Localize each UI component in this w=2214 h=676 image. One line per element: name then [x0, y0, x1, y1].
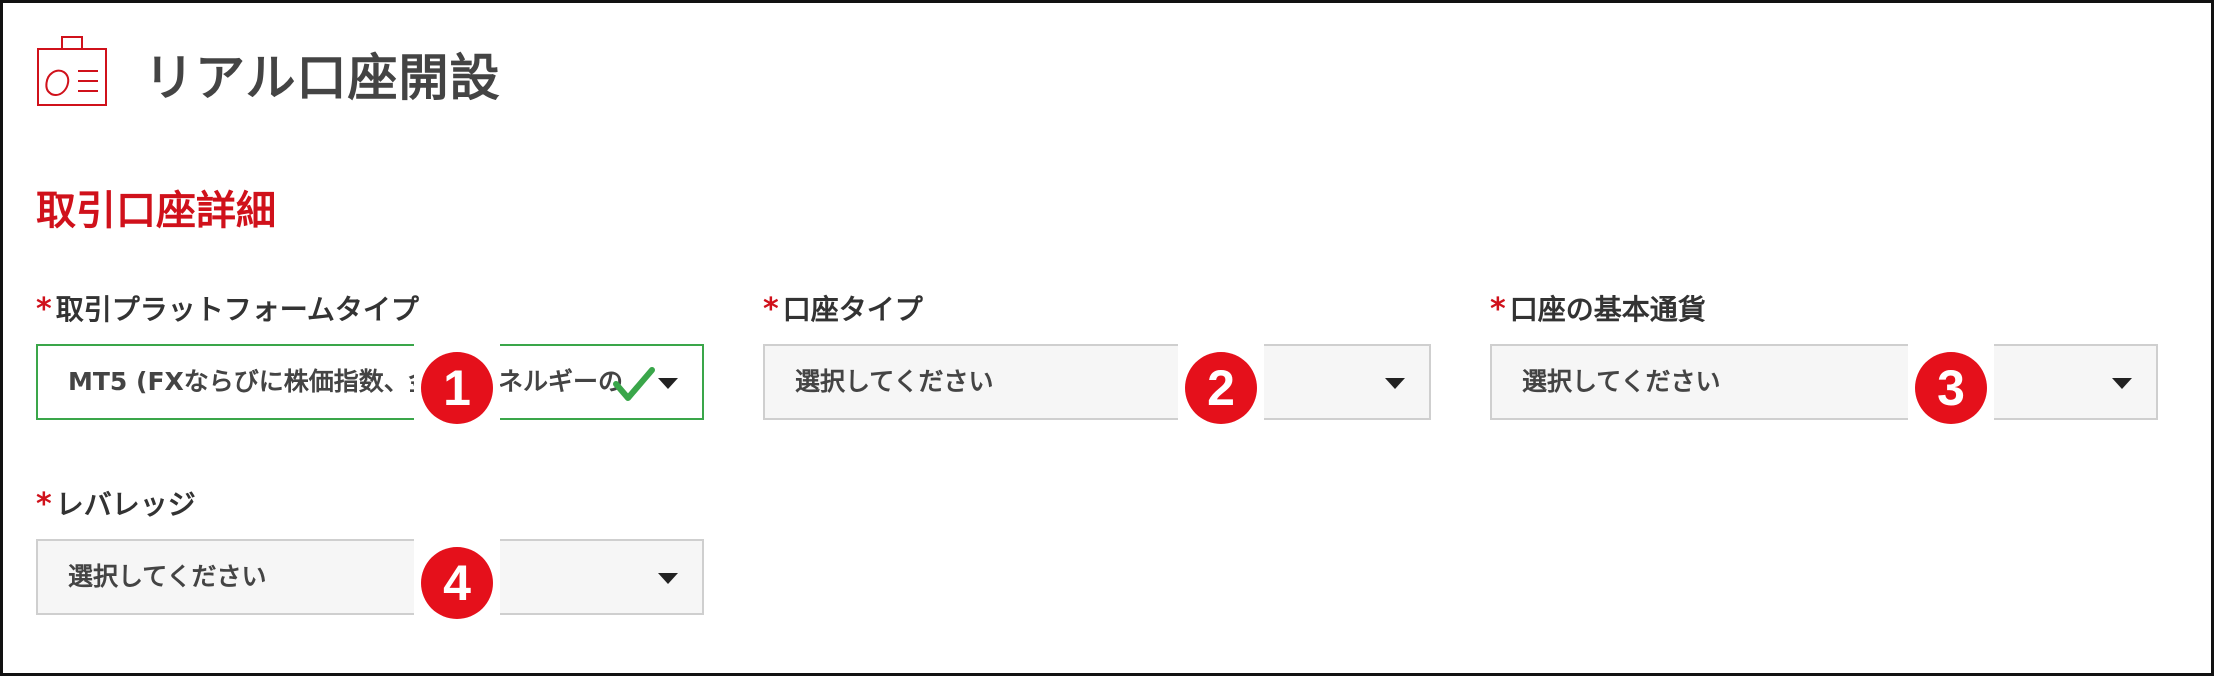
chevron-down-icon	[1385, 378, 1405, 389]
leverage-value: 選択してください	[68, 562, 267, 591]
chevron-down-icon	[658, 378, 678, 389]
step-badge-2: 2	[1185, 352, 1257, 424]
step-badge-4: 4	[421, 547, 493, 619]
platform-type-select[interactable]: MT5 (FXならびに株価指数、金 ネルギーの	[36, 344, 704, 420]
account-type-label: * 口座タイプ	[763, 290, 1431, 330]
required-mark: *	[36, 487, 52, 522]
required-mark: *	[1490, 292, 1506, 327]
page-header: リアル口座開設	[36, 36, 501, 112]
leverage-label: * レバレッジ	[36, 485, 704, 525]
base-currency-label: * 口座の基本通貨	[1490, 290, 2158, 330]
step-badge-3: 3	[1915, 352, 1987, 424]
base-currency-select[interactable]: 選択してください	[1490, 344, 2158, 420]
required-mark: *	[36, 292, 52, 327]
account-type-label-text: 口座タイプ	[782, 293, 923, 326]
section-title: 取引口座詳細	[36, 188, 276, 234]
required-mark: *	[763, 292, 779, 327]
chevron-down-icon	[658, 573, 678, 584]
page-title: リアル口座開設	[144, 49, 501, 107]
leverage-select[interactable]: 選択してください	[36, 539, 704, 615]
checkmark-icon	[613, 367, 655, 401]
base-currency-label-text: 口座の基本通貨	[1509, 293, 1706, 326]
leverage-field: * レバレッジ 選択してください 4	[36, 485, 704, 619]
platform-type-label-text: 取引プラットフォームタイプ	[55, 293, 419, 326]
leverage-label-text: レバレッジ	[55, 488, 196, 521]
base-currency-field: * 口座の基本通貨 選択してください 3	[1490, 290, 2158, 424]
platform-type-label: * 取引プラットフォームタイプ	[36, 290, 704, 330]
id-card-icon	[36, 35, 110, 113]
platform-type-value-suffix: ネルギーの	[498, 367, 624, 396]
step-badge-1: 1	[421, 352, 493, 424]
account-type-field: * 口座タイプ 選択してください 2	[763, 290, 1431, 424]
chevron-down-icon	[2112, 378, 2132, 389]
platform-type-field: * 取引プラットフォームタイプ MT5 (FXならびに株価指数、金 ネルギーの 1	[36, 290, 704, 424]
account-type-select[interactable]: 選択してください	[763, 344, 1431, 420]
